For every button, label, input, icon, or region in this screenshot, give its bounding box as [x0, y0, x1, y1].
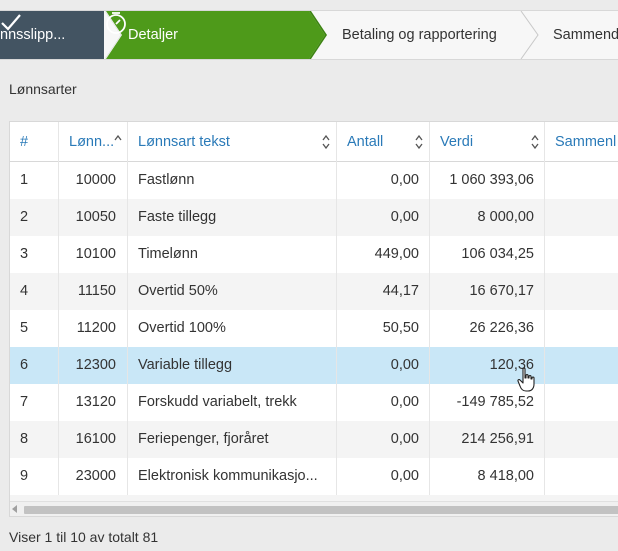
cell-antall: 0,00: [337, 162, 430, 199]
lonnsarter-grid: # Lønn... Lønnsart tekst Antall Verdi Sa…: [9, 121, 618, 517]
table-row[interactable]: 1 10000 Fastlønn 0,00 1 060 393,06: [10, 162, 618, 199]
cell-antall: 449,00: [337, 236, 430, 273]
cell-antall: 0,00: [337, 347, 430, 384]
step-label: Sammend: [553, 27, 618, 43]
column-header-lonnsart-tekst[interactable]: Lønnsart tekst: [128, 122, 337, 162]
column-header-verdi[interactable]: Verdi: [430, 122, 545, 162]
step-betaling[interactable]: Betaling og rapportering: [326, 11, 540, 59]
cell-antall: 50,50: [337, 310, 430, 347]
cell-code: 10050: [59, 199, 128, 236]
table-row[interactable]: 9 23000 Elektronisk kommunikasjo... 0,00…: [10, 458, 618, 495]
cell-sammenligning: [545, 384, 618, 421]
cell-text: Overtid 50%: [128, 273, 337, 310]
cell-antall: 0,00: [337, 384, 430, 421]
cell-number: 3: [10, 236, 59, 273]
column-header-label: Verdi: [440, 134, 474, 150]
horizontal-scrollbar[interactable]: [10, 501, 618, 516]
cell-text: Feriepenger, fjoråret: [128, 421, 337, 458]
cell-sammenligning: [545, 421, 618, 458]
cell-antall: 0,00: [337, 458, 430, 495]
column-header-antall[interactable]: Antall: [337, 122, 430, 162]
sort-icon: [322, 135, 330, 149]
cell-code: 11200: [59, 310, 128, 347]
cell-verdi: 214 256,91: [430, 421, 545, 458]
column-header-label: Lønn...: [69, 134, 115, 150]
alarm-clock-icon: [106, 12, 126, 34]
column-header-label: Sammenl: [555, 134, 617, 150]
column-header-label: Lønnsart tekst: [138, 134, 230, 150]
cell-code: 13120: [59, 384, 128, 421]
cell-number: 6: [10, 347, 59, 384]
cell-number: 9: [10, 458, 59, 495]
step-label: Betaling og rapportering: [342, 27, 497, 43]
column-header-lonnsart[interactable]: Lønn...: [59, 122, 128, 162]
cell-number: 2: [10, 199, 59, 236]
table-row[interactable]: 8 16100 Feriepenger, fjoråret 0,00 214 2…: [10, 421, 618, 458]
cell-sammenligning: [545, 273, 618, 310]
cell-number: 8: [10, 421, 59, 458]
cell-verdi: 106 034,25: [430, 236, 545, 273]
cell-number: 1: [10, 162, 59, 199]
cell-code: 10000: [59, 162, 128, 199]
scrollbar-thumb[interactable]: [24, 506, 618, 514]
cell-number: 5: [10, 310, 59, 347]
cell-code: 11150: [59, 273, 128, 310]
cell-code: 12300: [59, 347, 128, 384]
cell-number: 4: [10, 273, 59, 310]
cell-sammenligning: [545, 310, 618, 347]
sort-icon: [415, 135, 423, 149]
cell-antall: 0,00: [337, 421, 430, 458]
pagination-summary: Viser 1 til 10 av totalt 81: [9, 529, 159, 545]
sort-ascending-icon: [114, 135, 122, 141]
cell-code: 10100: [59, 236, 128, 273]
step-sammendrag[interactable]: Sammend: [540, 11, 618, 59]
cell-sammenligning: [545, 347, 618, 384]
scroll-left-arrow-icon[interactable]: [12, 505, 17, 513]
cell-sammenligning: [545, 162, 618, 199]
cell-text: Variable tillegg: [128, 347, 337, 384]
cell-sammenligning: [545, 458, 618, 495]
cell-sammenligning: [545, 236, 618, 273]
cell-verdi: 1 060 393,06: [430, 162, 545, 199]
table-row[interactable]: 2 10050 Faste tillegg 0,00 8 000,00: [10, 199, 618, 236]
cell-text: Overtid 100%: [128, 310, 337, 347]
grid-header: # Lønn... Lønnsart tekst Antall Verdi Sa…: [10, 122, 618, 162]
table-row[interactable]: 5 11200 Overtid 100% 50,50 26 226,36: [10, 310, 618, 347]
hand-cursor-icon: [517, 367, 535, 392]
cell-text: Elektronisk kommunikasjo...: [128, 458, 337, 495]
section-title: Lønnsarter: [9, 81, 77, 97]
cell-antall: 44,17: [337, 273, 430, 310]
table-row[interactable]: 3 10100 Timelønn 449,00 106 034,25: [10, 236, 618, 273]
cell-verdi: 16 670,17: [430, 273, 545, 310]
step-detaljer[interactable]: Detaljer: [104, 11, 328, 59]
cell-verdi: 8 000,00: [430, 199, 545, 236]
cell-code: 16100: [59, 421, 128, 458]
table-row[interactable]: 4 11150 Overtid 50% 44,17 16 670,17: [10, 273, 618, 310]
cell-sammenligning: [545, 199, 618, 236]
sort-icon: [531, 135, 539, 149]
cell-antall: 0,00: [337, 199, 430, 236]
wizard-steps: nnsslipp... Detaljer Betaling og rapport…: [0, 10, 618, 60]
column-header-sammenligning[interactable]: Sammenl: [545, 122, 618, 162]
cell-text: Forskudd variabelt, trekk: [128, 384, 337, 421]
cell-text: Faste tillegg: [128, 199, 337, 236]
cell-text: Timelønn: [128, 236, 337, 273]
step-label: Detaljer: [128, 27, 178, 43]
cell-text: Fastlønn: [128, 162, 337, 199]
cell-verdi: 26 226,36: [430, 310, 545, 347]
checkmark-icon: [1, 14, 21, 31]
column-header-label: #: [20, 134, 29, 150]
cell-number: 7: [10, 384, 59, 421]
column-header-label: Antall: [347, 134, 384, 150]
cell-verdi: 8 418,00: [430, 458, 545, 495]
column-header-number[interactable]: #: [10, 122, 59, 162]
cell-code: 23000: [59, 458, 128, 495]
